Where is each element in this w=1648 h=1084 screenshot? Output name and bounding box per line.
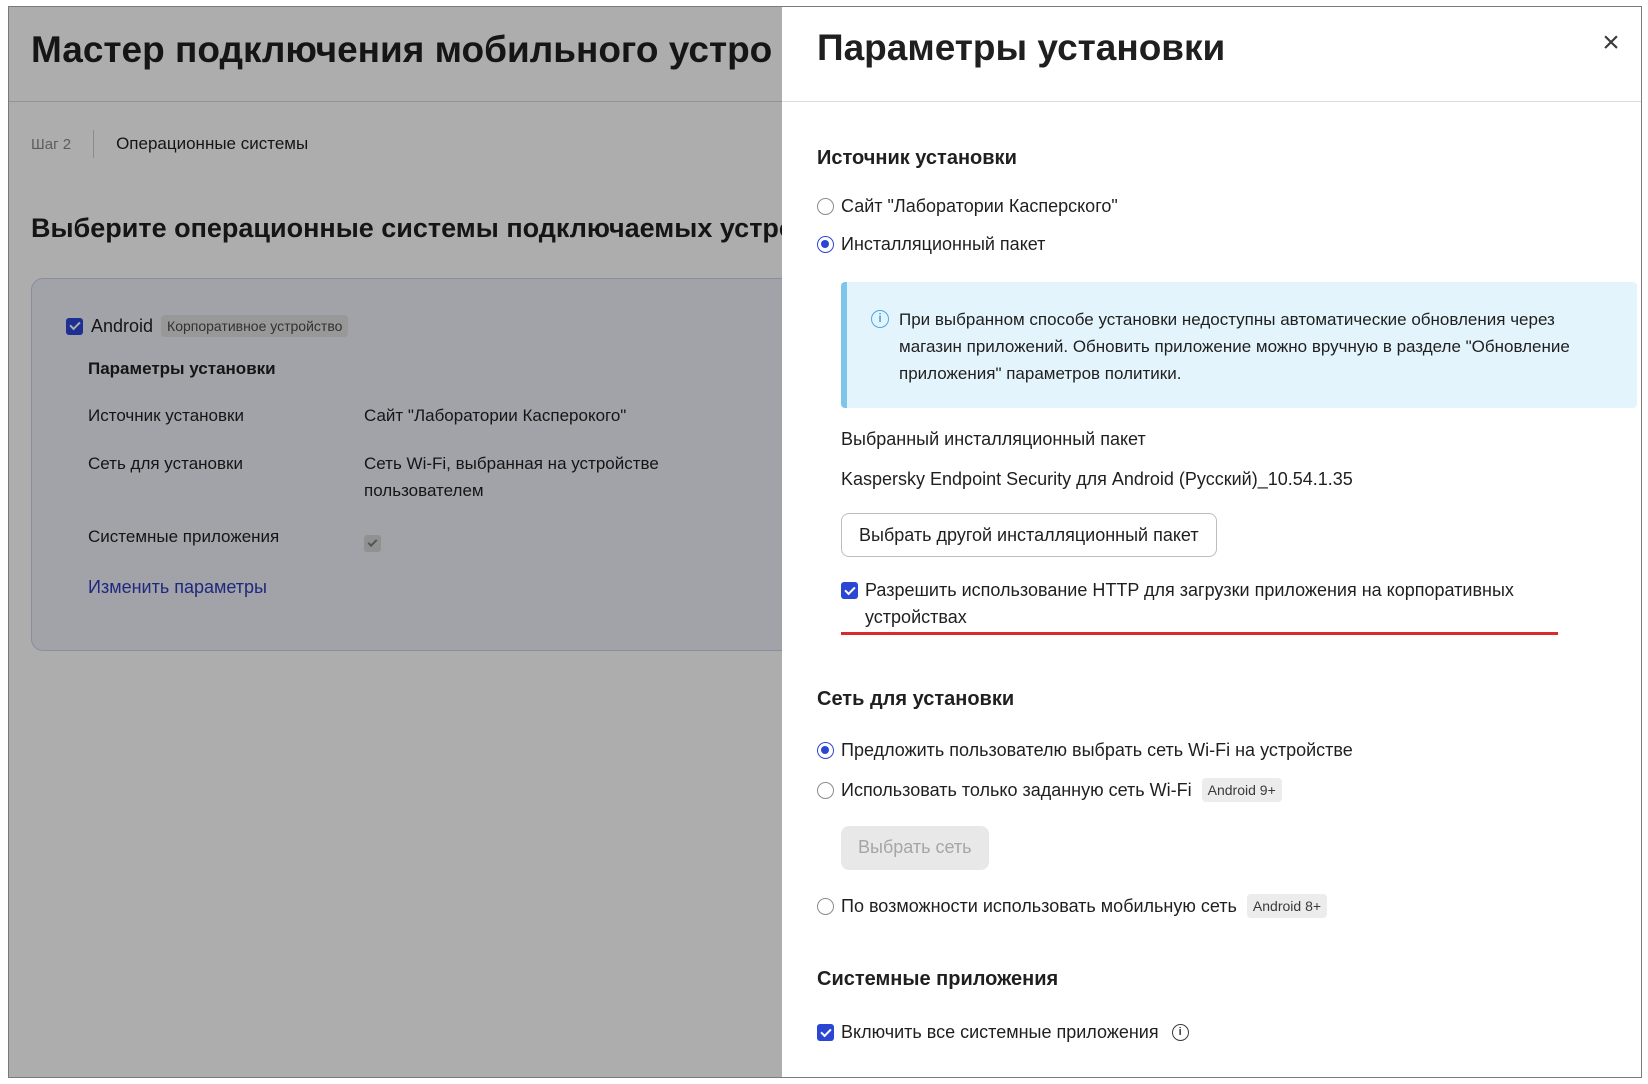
source-option-label: Инсталляционный пакет bbox=[841, 234, 1046, 254]
choose-other-package-button[interactable]: Выбрать другой инсталляционный пакет bbox=[841, 513, 1217, 557]
enable-system-apps-option[interactable]: Включить все системные приложения i bbox=[817, 1022, 1189, 1043]
screen-frame: Мастер подключения мобильного устро Шаг … bbox=[8, 6, 1642, 1078]
network-radio-specific-wifi[interactable] bbox=[817, 781, 834, 799]
source-section-title: Источник установки bbox=[817, 147, 1017, 169]
panel-title: Параметры установки bbox=[817, 27, 1226, 68]
network-radio-user-wifi[interactable] bbox=[817, 742, 834, 759]
allow-http-checkbox[interactable] bbox=[841, 582, 858, 599]
source-radio-package[interactable] bbox=[817, 236, 834, 253]
network-option-label: Предложить пользователю выбрать сеть Wi-… bbox=[841, 740, 1353, 760]
allow-http-label: Разрешить использование HTTP для загрузк… bbox=[865, 580, 1514, 627]
modal-overlay[interactable] bbox=[9, 7, 789, 1077]
highlight-underline bbox=[841, 632, 1558, 635]
selected-package-value: Kaspersky Endpoint Security для Android … bbox=[841, 469, 1353, 489]
android-version-tag: Android 9+ bbox=[1201, 778, 1282, 802]
network-option-label: По возможности использовать мобильную се… bbox=[841, 895, 1237, 916]
install-params-panel: Параметры установки × Источник установки… bbox=[782, 7, 1641, 1077]
enable-system-apps-label: Включить все системные приложения bbox=[841, 1022, 1159, 1042]
close-icon[interactable]: × bbox=[1599, 28, 1623, 58]
network-option-label: Использовать только заданную сеть Wi-Fi bbox=[841, 779, 1192, 800]
source-option-label: Сайт "Лаборатории Касперского" bbox=[841, 196, 1118, 216]
android-version-tag: Android 8+ bbox=[1246, 894, 1328, 918]
network-section-title: Сеть для установки bbox=[817, 688, 1015, 710]
panel-header: Параметры установки × bbox=[782, 7, 1641, 102]
network-option-mobile[interactable]: По возможности использовать мобильную се… bbox=[817, 894, 1328, 918]
choose-network-button[interactable]: Выбрать сеть bbox=[841, 826, 989, 870]
enable-system-apps-checkbox[interactable] bbox=[817, 1024, 834, 1041]
connection-wizard: Мастер подключения мобильного устро Шаг … bbox=[9, 7, 831, 1077]
source-option-package[interactable]: Инсталляционный пакет bbox=[817, 234, 1045, 255]
network-option-specific-wifi[interactable]: Использовать только заданную сеть Wi-Fi … bbox=[817, 778, 1282, 802]
info-icon: i bbox=[871, 310, 889, 328]
system-apps-section-title: Системные приложения bbox=[817, 968, 1059, 990]
update-info-box: i При выбранном способе установки недост… bbox=[841, 282, 1637, 408]
info-circle-icon[interactable]: i bbox=[1171, 1024, 1189, 1041]
network-radio-mobile[interactable] bbox=[817, 897, 834, 915]
selected-package-label: Выбранный инсталляционный пакет bbox=[841, 429, 1146, 449]
info-text: При выбранном способе установки недоступ… bbox=[899, 310, 1570, 383]
source-radio-site[interactable] bbox=[817, 198, 834, 215]
source-option-kaspersky-site[interactable]: Сайт "Лаборатории Касперского" bbox=[817, 196, 1118, 217]
network-option-user-wifi[interactable]: Предложить пользователю выбрать сеть Wi-… bbox=[817, 740, 1353, 761]
